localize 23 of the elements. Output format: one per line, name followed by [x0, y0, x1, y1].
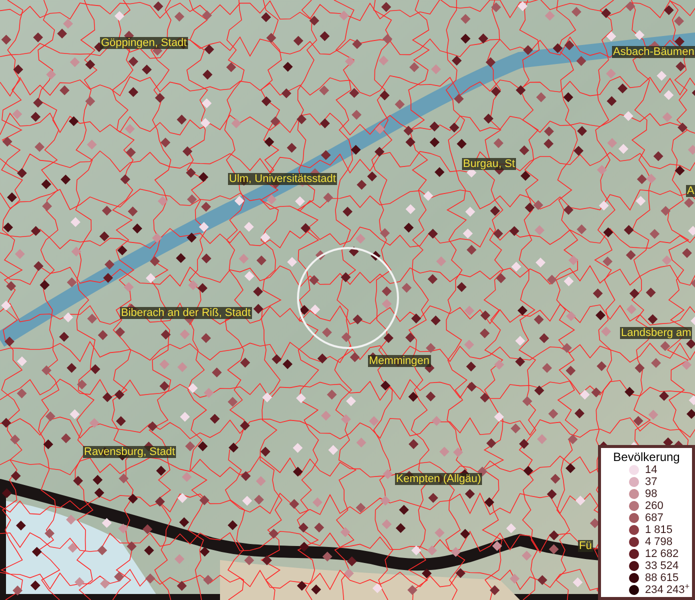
- legend-value: 687: [645, 512, 664, 524]
- legend-value: 37: [645, 476, 658, 488]
- legend-value: 33 524: [645, 560, 679, 572]
- legend-value: 98: [645, 488, 658, 500]
- legend-title: Bevölkerung: [612, 450, 681, 464]
- city-label: Memmingen: [368, 355, 431, 367]
- city-label: Biberach an der Riß, Stadt: [120, 307, 252, 319]
- city-label: Ravensburg, Stadt: [83, 446, 176, 458]
- city-label: Kempten (Allgäu): [395, 473, 482, 485]
- legend-value: 234 243$^{+}$: [645, 584, 690, 596]
- city-label: A: [686, 185, 695, 197]
- legend-value: 1 815: [645, 524, 673, 536]
- city-label: Asbach-Bäumen: [612, 46, 695, 58]
- legend-value: 260: [645, 500, 664, 512]
- legend-value: 12 682: [645, 548, 679, 560]
- city-label: Göppingen, Stadt: [100, 37, 188, 49]
- city-label: Landsberg am: [620, 327, 692, 339]
- city-label: Ulm, Universitätsstadt: [228, 173, 337, 185]
- legend-value: 88 615: [645, 572, 679, 584]
- city-label: Burgau, St: [462, 158, 516, 170]
- legend-value: 14: [645, 464, 658, 476]
- legend-value: 4 798: [645, 536, 673, 548]
- city-label: Fü: [578, 540, 593, 552]
